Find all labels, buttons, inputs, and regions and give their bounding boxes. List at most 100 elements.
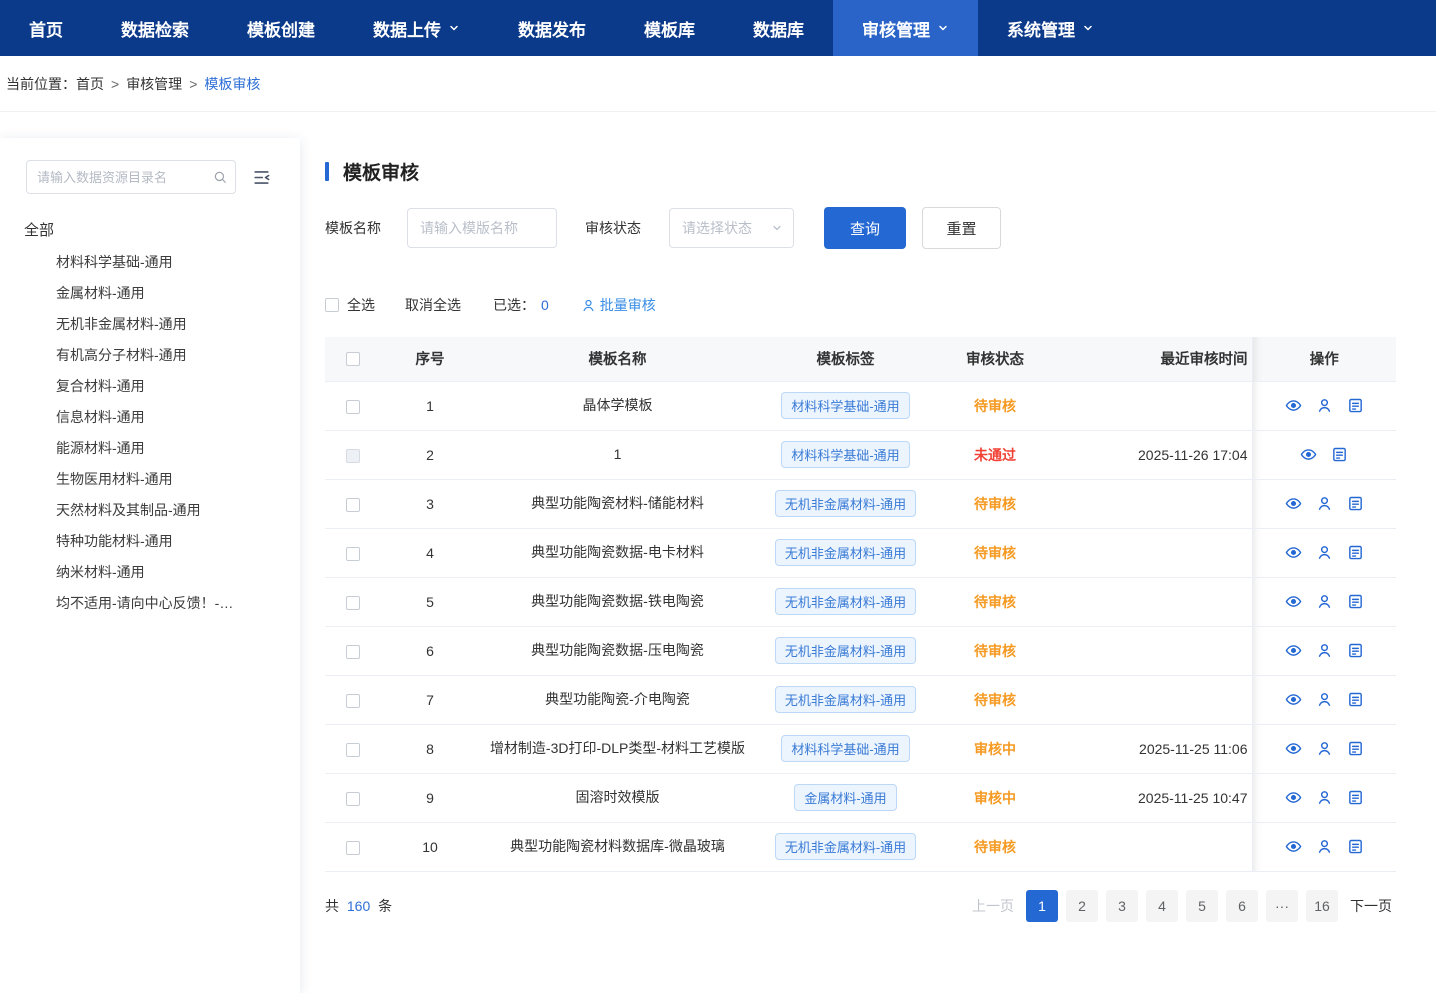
page-button-1[interactable]: 1 (1026, 890, 1058, 922)
query-button[interactable]: 查询 (824, 207, 906, 249)
form-icon[interactable] (1347, 593, 1364, 610)
template-tag: 无机非金属材料-通用 (775, 637, 916, 664)
page-button-16[interactable]: 16 (1306, 890, 1338, 922)
row-index: 1 (381, 381, 479, 430)
page-button-3[interactable]: 3 (1106, 890, 1138, 922)
view-icon[interactable] (1285, 691, 1302, 708)
form-icon[interactable] (1347, 691, 1364, 708)
form-icon[interactable] (1347, 495, 1364, 512)
view-icon[interactable] (1285, 397, 1302, 414)
nav-item-review-management[interactable]: 审核管理 (833, 0, 978, 56)
form-icon[interactable] (1347, 397, 1364, 414)
audit-user-icon[interactable] (1316, 544, 1333, 561)
sidebar-search-input[interactable] (37, 170, 213, 185)
row-checkbox[interactable] (346, 547, 360, 561)
tree-root-all[interactable]: 全部 (0, 214, 300, 247)
next-page-button[interactable]: 下一页 (1346, 890, 1396, 922)
row-checkbox[interactable] (346, 400, 360, 414)
tree-item[interactable]: 均不适用-请向中心反馈！-… (0, 588, 300, 619)
form-icon[interactable] (1347, 740, 1364, 757)
tree-item[interactable]: 信息材料-通用 (0, 402, 300, 433)
nav-item-data-search[interactable]: 数据检索 (92, 0, 218, 56)
tree-item[interactable]: 天然材料及其制品-通用 (0, 495, 300, 526)
form-icon[interactable] (1331, 446, 1348, 463)
audit-user-icon[interactable] (1316, 691, 1333, 708)
view-icon[interactable] (1285, 495, 1302, 512)
status-text: 待审核 (974, 692, 1016, 708)
row-index: 5 (381, 577, 479, 626)
form-icon[interactable] (1347, 838, 1364, 855)
form-icon[interactable] (1347, 544, 1364, 561)
tree-item[interactable]: 无机非金属材料-通用 (0, 309, 300, 340)
view-icon[interactable] (1285, 838, 1302, 855)
audit-user-icon[interactable] (1316, 397, 1333, 414)
audit-user-icon[interactable] (1316, 593, 1333, 610)
template-name: 典型功能陶瓷数据-铁电陶瓷 (479, 577, 756, 626)
form-icon[interactable] (1347, 789, 1364, 806)
nav-item-data-upload[interactable]: 数据上传 (344, 0, 489, 56)
audit-user-icon[interactable] (1316, 789, 1333, 806)
view-icon[interactable] (1285, 544, 1302, 561)
tree-item[interactable]: 能源材料-通用 (0, 433, 300, 464)
row-checkbox[interactable] (346, 792, 360, 806)
select-all-checkbox[interactable] (325, 298, 339, 312)
view-icon[interactable] (1285, 740, 1302, 757)
nav-item-data-publish[interactable]: 数据发布 (489, 0, 615, 56)
view-icon[interactable] (1300, 446, 1317, 463)
row-actions (1252, 773, 1396, 822)
view-icon[interactable] (1285, 642, 1302, 659)
tree-item[interactable]: 材料科学基础-通用 (0, 247, 300, 278)
table-header: 模板标签 (756, 337, 935, 381)
nav-item-home[interactable]: 首页 (0, 0, 92, 56)
tree-item[interactable]: 有机高分子材料-通用 (0, 340, 300, 371)
row-checkbox[interactable] (346, 596, 360, 610)
search-icon[interactable] (213, 170, 227, 184)
table-header: 模板名称 (479, 337, 756, 381)
pagination: 上一页123456···16下一页 (960, 890, 1396, 922)
row-checkbox[interactable] (346, 645, 360, 659)
row-checkbox[interactable] (346, 841, 360, 855)
tree-item[interactable]: 生物医用材料-通用 (0, 464, 300, 495)
tree-item[interactable]: 复合材料-通用 (0, 371, 300, 402)
row-checkbox-cell (325, 381, 381, 430)
template-name: 典型功能陶瓷数据-压电陶瓷 (479, 626, 756, 675)
page-button-4[interactable]: 4 (1146, 890, 1178, 922)
nav-item-system-management[interactable]: 系统管理 (978, 0, 1123, 56)
audit-user-icon[interactable] (1316, 642, 1333, 659)
prev-page-button[interactable]: 上一页 (968, 890, 1018, 922)
header-select-checkbox[interactable] (346, 352, 360, 366)
row-checkbox[interactable] (346, 694, 360, 708)
row-checkbox[interactable] (346, 498, 360, 512)
review-status-select[interactable]: 请选择状态 (669, 208, 794, 248)
page-button-5[interactable]: 5 (1186, 890, 1218, 922)
breadcrumb-item[interactable]: 首页 (76, 74, 104, 94)
nav-item-template-create[interactable]: 模板创建 (218, 0, 344, 56)
template-tag: 无机非金属材料-通用 (775, 588, 916, 615)
nav-item-template-library[interactable]: 模板库 (615, 0, 724, 56)
batch-review-button[interactable]: 批量审核 (581, 295, 656, 315)
breadcrumb-item[interactable]: 审核管理 (126, 74, 182, 94)
nav-item-database[interactable]: 数据库 (724, 0, 833, 56)
form-icon[interactable] (1347, 642, 1364, 659)
tree-item[interactable]: 特种功能材料-通用 (0, 526, 300, 557)
more-pages-button[interactable]: ··· (1266, 890, 1298, 922)
view-icon[interactable] (1285, 789, 1302, 806)
tree-item[interactable]: 纳米材料-通用 (0, 557, 300, 588)
audit-user-icon[interactable] (1316, 495, 1333, 512)
sidebar-search-box[interactable] (26, 160, 236, 194)
select-all-label[interactable]: 全选 (347, 295, 375, 315)
row-checkbox[interactable] (346, 743, 360, 757)
page-title: 模板审核 (343, 158, 419, 185)
template-name: 典型功能陶瓷数据-电卡材料 (479, 528, 756, 577)
page-button-6[interactable]: 6 (1226, 890, 1258, 922)
collapse-tree-icon[interactable] (252, 168, 271, 187)
tree-item[interactable]: 金属材料-通用 (0, 278, 300, 309)
view-icon[interactable] (1285, 593, 1302, 610)
template-name-input[interactable] (407, 208, 557, 248)
deselect-all-button[interactable]: 取消全选 (405, 295, 461, 315)
audit-user-icon[interactable] (1316, 838, 1333, 855)
reset-button[interactable]: 重置 (922, 207, 1001, 249)
audit-user-icon[interactable] (1316, 740, 1333, 757)
page-button-2[interactable]: 2 (1066, 890, 1098, 922)
template-tag: 无机非金属材料-通用 (775, 539, 916, 566)
